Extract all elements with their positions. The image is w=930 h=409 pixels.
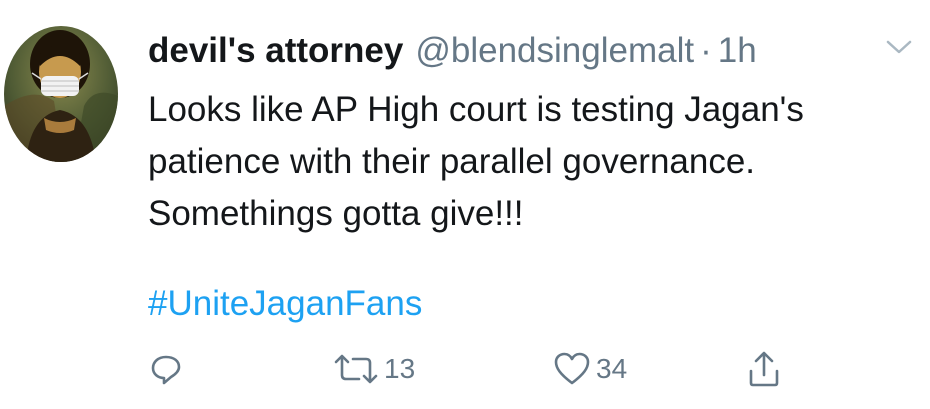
tweet-text: Looks like AP High court is testing Jaga… <box>148 90 804 233</box>
user-handle[interactable]: @blendsinglemalt <box>415 26 694 76</box>
timestamp[interactable]: 1h <box>718 26 757 76</box>
share-button[interactable] <box>746 346 782 392</box>
share-icon <box>749 351 779 387</box>
tweet-actions: 13 34 <box>148 346 908 392</box>
retweet-count: 13 <box>384 353 416 384</box>
tweet[interactable]: devil's attorney @blendsinglemalt · 1h L… <box>0 0 930 409</box>
like-count: 34 <box>596 353 628 384</box>
chevron-down-icon[interactable] <box>884 36 914 58</box>
like-button[interactable]: 34 <box>552 346 627 392</box>
avatar[interactable] <box>4 26 118 162</box>
reply-icon <box>151 355 181 385</box>
retweet-icon <box>334 354 378 384</box>
display-name[interactable]: devil's attorney <box>148 26 403 76</box>
reply-button[interactable] <box>148 346 184 392</box>
retweet-button[interactable]: 13 <box>332 346 415 392</box>
separator-dot: · <box>700 31 712 70</box>
tweet-header: devil's attorney @blendsinglemalt · 1h <box>148 26 757 76</box>
hashtag-link[interactable]: #UniteJaganFans <box>148 279 422 329</box>
heart-icon <box>554 352 590 385</box>
avatar-image <box>4 26 118 162</box>
